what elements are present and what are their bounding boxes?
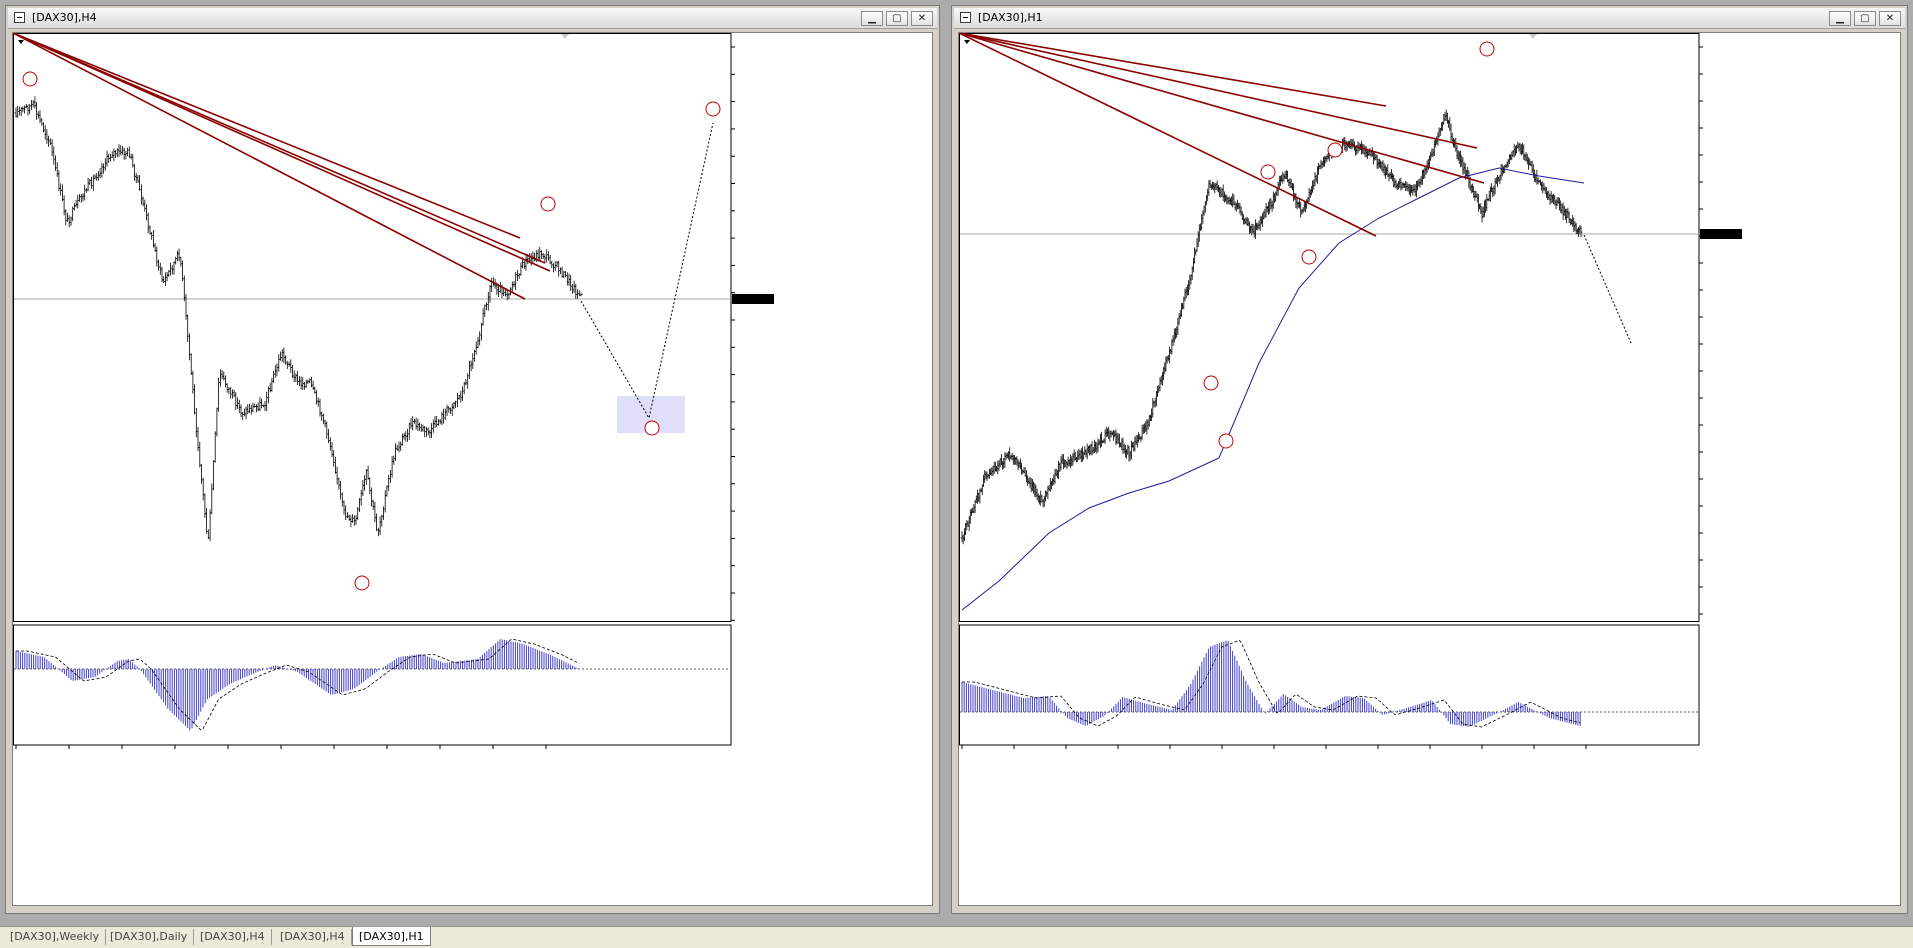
trendline bbox=[959, 33, 1387, 107]
current-price-box bbox=[732, 294, 774, 304]
dropdown-arrow-icon bbox=[964, 40, 970, 44]
price-plot-frame bbox=[959, 33, 1700, 622]
trendline bbox=[13, 33, 526, 300]
window-title: [DAX30],H4 bbox=[32, 11, 97, 24]
macd-histogram bbox=[15, 639, 578, 731]
wave-label-circle bbox=[1327, 142, 1343, 158]
macd-histogram bbox=[961, 640, 1581, 727]
projection-path bbox=[580, 122, 714, 420]
price-chart-h4[interactable] bbox=[13, 33, 934, 907]
wave-label-circle bbox=[1479, 41, 1495, 57]
price-chart-h1[interactable] bbox=[959, 33, 1902, 907]
wave-label-circle bbox=[1203, 375, 1219, 391]
close-icon[interactable]: ✕ bbox=[1879, 11, 1901, 26]
shift-marker-icon bbox=[561, 34, 569, 39]
trendline bbox=[959, 33, 1478, 149]
dropdown-arrow-icon bbox=[18, 40, 24, 44]
titlebar-h1[interactable]: [DAX30],H1 ▁ ▢ ✕ bbox=[954, 8, 1905, 29]
chart-window-h4[interactable]: [DAX30],H4 ▁ ▢ ✕ bbox=[5, 5, 940, 914]
wave-label-circle bbox=[1301, 249, 1317, 265]
window-title: [DAX30],H1 bbox=[978, 11, 1043, 24]
wave-label-circle bbox=[705, 101, 721, 117]
window-icon bbox=[960, 12, 971, 23]
macd-signal-line bbox=[16, 638, 580, 731]
tab-dax30-h4-2[interactable]: [DAX30],H4 bbox=[274, 929, 352, 945]
wave-label-circle bbox=[1218, 433, 1234, 449]
close-icon[interactable]: ✕ bbox=[911, 11, 933, 26]
shift-marker-icon bbox=[1529, 34, 1537, 39]
wave-label-circle bbox=[1260, 164, 1276, 180]
tab-dax30-weekly[interactable]: [DAX30],Weekly bbox=[4, 929, 107, 945]
window-icon bbox=[14, 12, 25, 23]
tab-dax30-h1[interactable]: [DAX30],H1 bbox=[352, 927, 431, 946]
wave-label-circle bbox=[22, 71, 38, 87]
wave-label-circle bbox=[354, 575, 370, 591]
chart-window-h1[interactable]: [DAX30],H1 ▁ ▢ ✕ bbox=[951, 5, 1908, 914]
titlebar-h4[interactable]: [DAX30],H4 ▁ ▢ ✕ bbox=[8, 8, 937, 29]
macd-plot-frame bbox=[959, 624, 1700, 746]
maximize-icon[interactable]: ▢ bbox=[886, 11, 908, 26]
maximize-icon[interactable]: ▢ bbox=[1854, 11, 1876, 26]
wave-label-circle bbox=[540, 196, 556, 212]
chart-area-h1[interactable] bbox=[958, 32, 1901, 906]
tab-dax30-h4[interactable]: [DAX30],H4 bbox=[194, 929, 272, 945]
current-price-box bbox=[1700, 229, 1742, 239]
minimize-icon[interactable]: ▁ bbox=[861, 11, 883, 26]
price-bars bbox=[14, 96, 583, 542]
chart-area-h4[interactable] bbox=[12, 32, 933, 906]
chart-tab-bar: [DAX30],Weekly [DAX30],Daily [DAX30],H4 … bbox=[0, 926, 1913, 948]
projection-path bbox=[1583, 234, 1632, 344]
minimize-icon[interactable]: ▁ bbox=[1829, 11, 1851, 26]
wave-label-circle bbox=[644, 420, 660, 436]
trendline bbox=[13, 33, 521, 239]
trendline bbox=[13, 33, 551, 272]
price-plot-frame bbox=[13, 33, 732, 622]
tab-dax30-daily[interactable]: [DAX30],Daily bbox=[104, 929, 195, 945]
macd-plot-frame bbox=[13, 624, 732, 746]
